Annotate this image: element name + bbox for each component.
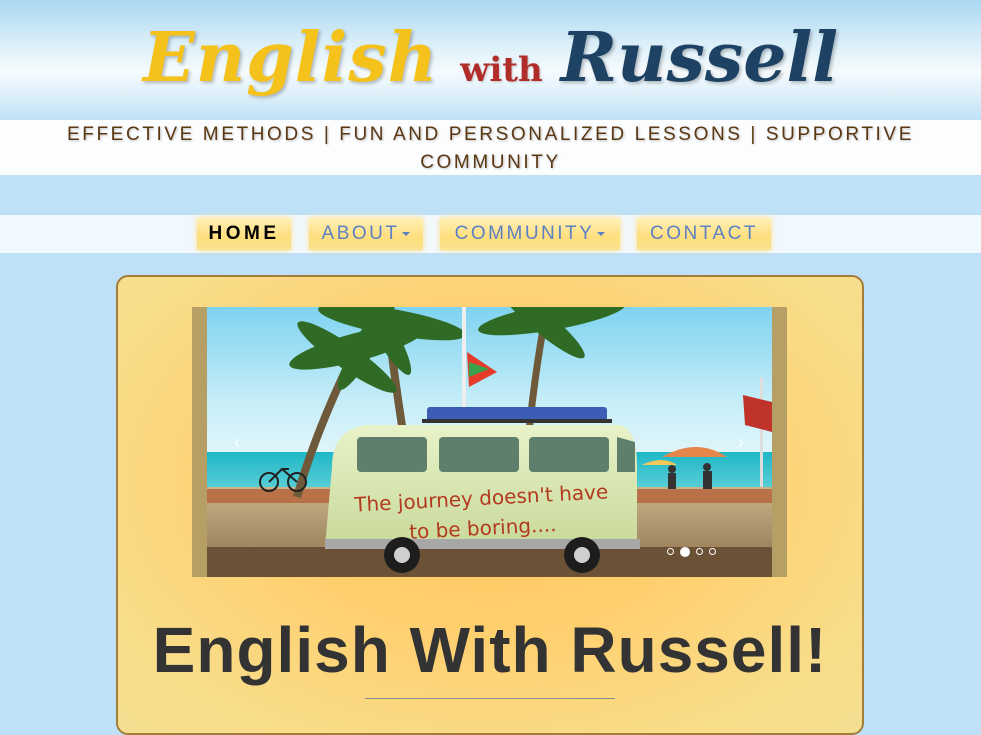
nav-community-label: COMMUNITY <box>454 223 595 244</box>
nav-contact[interactable]: CONTACT <box>637 218 771 250</box>
nav-home[interactable]: HOME <box>197 218 291 250</box>
nav-about[interactable]: ABOUT <box>309 218 423 250</box>
tagline: EFFECTIVE METHODS | FUN AND PERSONALIZED… <box>67 124 914 173</box>
site-title-with: with <box>460 50 543 90</box>
nav-contact-label: CONTACT <box>650 223 758 244</box>
image-slider[interactable]: The journey doesn't have to be boring...… <box>192 307 787 577</box>
site-title[interactable]: English with Russell <box>0 18 981 98</box>
nav-about-label: ABOUT <box>321 223 400 244</box>
chevron-right-icon[interactable]: › <box>731 425 751 461</box>
slider-dot-4[interactable] <box>709 548 716 555</box>
chevron-down-icon <box>597 231 606 236</box>
site-title-english: English <box>142 18 439 98</box>
nav-home-label: HOME <box>208 223 280 244</box>
slider-pagination <box>667 541 722 557</box>
slider-dot-2[interactable] <box>680 546 690 557</box>
slider-dot-1[interactable] <box>667 548 674 555</box>
chevron-left-icon[interactable]: ‹ <box>227 425 247 461</box>
nav-community[interactable]: COMMUNITY <box>440 218 620 250</box>
chevron-down-icon <box>402 231 411 236</box>
page-heading: English With Russell! <box>152 614 828 686</box>
site-title-russell: Russell <box>560 18 839 98</box>
heading-divider <box>365 698 615 699</box>
slider-dot-3[interactable] <box>696 548 703 555</box>
